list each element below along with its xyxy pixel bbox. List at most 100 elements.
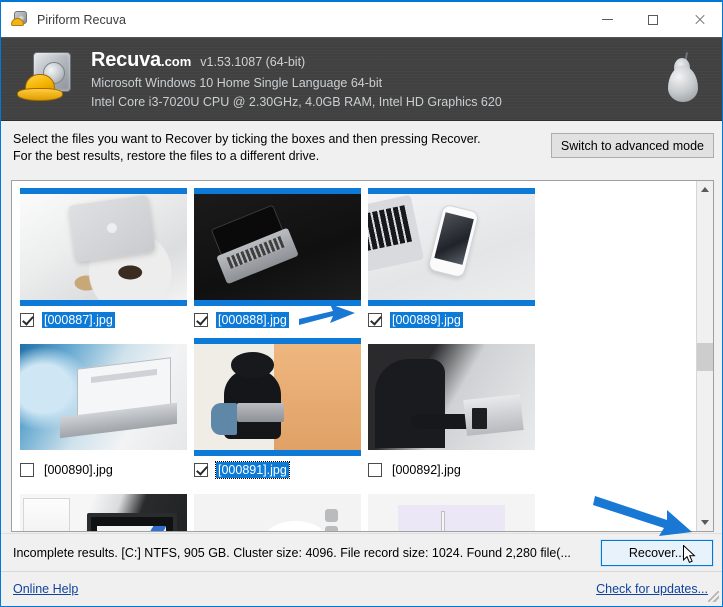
thumbnail-detail [471, 407, 487, 429]
file-thumbnail[interactable] [20, 494, 187, 531]
file-checkbox[interactable] [194, 313, 208, 327]
window-controls [584, 2, 722, 37]
file-thumbnail[interactable] [368, 494, 535, 531]
product-header: Recuva .com v1.53.1087 (64-bit) Microsof… [1, 37, 722, 121]
thumbnail-detail [324, 508, 338, 522]
close-icon [694, 14, 705, 25]
thumbnail-highlight-bottom [194, 450, 361, 456]
file-label-row: [000888].jpg [194, 309, 368, 331]
thumbnail-detail [267, 527, 325, 531]
file-label-row: [000889].jpg [368, 309, 542, 331]
switch-to-advanced-mode-button[interactable]: Switch to advanced mode [550, 133, 714, 158]
thumbnail-detail [427, 203, 480, 278]
os-line: Microsoft Windows 10 Home Single Languag… [91, 75, 383, 90]
thumbnail-detail [398, 504, 505, 531]
file-cell[interactable]: [000888].jpg [194, 188, 368, 331]
thumbnail-detail [441, 510, 446, 531]
file-name-label[interactable]: [000889].jpg [390, 312, 463, 328]
status-bar: Incomplete results. [C:] NTFS, 905 GB. C… [1, 533, 722, 571]
footer-bar: Online Help Check for updates... [1, 571, 722, 605]
file-name-label[interactable]: [000890].jpg [42, 462, 115, 478]
thumbnail-detail [206, 203, 299, 285]
minimize-button[interactable] [584, 2, 630, 37]
scrollbar-thumb[interactable] [697, 343, 713, 371]
file-cell[interactable]: [000891].jpg [194, 338, 368, 481]
file-cell[interactable]: [000887].jpg [20, 188, 194, 331]
cpu-line: Intel Core i3-7020U CPU @ 2.30GHz, 4.0GB… [91, 94, 502, 109]
file-list-panel[interactable]: [000887].jpg [000888].jpg [000889].jpg [000… [11, 180, 714, 532]
file-cell[interactable]: [000889].jpg [368, 188, 542, 331]
file-checkbox[interactable] [20, 313, 34, 327]
online-help-link[interactable]: Online Help [13, 582, 78, 596]
close-button[interactable] [676, 2, 722, 37]
file-thumbnail[interactable] [194, 194, 361, 300]
thumbnail-wrapper[interactable] [368, 488, 535, 531]
chevron-down-icon [701, 520, 709, 525]
thumbnail-wrapper[interactable] [20, 488, 187, 531]
app-icon [11, 10, 29, 29]
chevron-up-icon [701, 187, 709, 192]
thumbnail-wrapper[interactable] [20, 188, 187, 306]
thumbnail-detail [210, 403, 238, 436]
brand-name: Recuva [91, 48, 161, 71]
file-cell[interactable] [194, 488, 368, 531]
thumbnail-detail [230, 352, 275, 378]
file-checkbox[interactable] [368, 463, 382, 477]
file-label-row: [000891].jpg [194, 459, 368, 481]
thumbnail-highlight-bottom [20, 450, 187, 456]
file-cell[interactable] [20, 488, 194, 531]
thumbnail-wrapper[interactable] [194, 488, 361, 531]
file-checkbox[interactable] [368, 313, 382, 327]
file-cell[interactable]: [000892].jpg [368, 338, 542, 481]
thumbnail-detail [274, 344, 361, 450]
file-thumbnail[interactable] [194, 344, 361, 450]
file-cell[interactable] [368, 488, 542, 531]
window-title: Piriform Recuva [37, 12, 126, 27]
file-name-label[interactable]: [000892].jpg [390, 462, 463, 478]
file-thumbnail[interactable] [368, 344, 535, 450]
vertical-scrollbar[interactable] [696, 181, 713, 531]
scroll-down-button[interactable] [697, 514, 713, 531]
minimize-icon [601, 19, 613, 20]
file-name-label[interactable]: [000887].jpg [42, 312, 115, 328]
thumbnail-highlight-bottom [368, 300, 535, 306]
product-info: Recuva .com v1.53.1087 (64-bit) Microsof… [91, 49, 502, 110]
piriform-pear-logo [666, 51, 700, 104]
instructions-panel: Select the files you want to Recover by … [1, 121, 722, 174]
file-thumbnail[interactable] [20, 344, 187, 450]
thumbnail-grid: [000887].jpg [000888].jpg [000889].jpg [000… [12, 181, 696, 531]
file-cell[interactable]: [000890].jpg [20, 338, 194, 481]
file-label-row: [000892].jpg [368, 459, 542, 481]
file-checkbox[interactable] [194, 463, 208, 477]
version-label: v1.53.1087 (64-bit) [200, 54, 306, 69]
thumbnail-detail [86, 513, 177, 531]
maximize-button[interactable] [630, 2, 676, 37]
thumbnail-wrapper[interactable] [368, 188, 535, 306]
file-thumbnail[interactable] [368, 194, 535, 300]
title-bar: Piriform Recuva [1, 0, 722, 37]
scroll-up-button[interactable] [697, 181, 713, 198]
recuva-disk-hardhat-icon [15, 50, 79, 108]
file-thumbnail[interactable] [20, 194, 187, 300]
brand-row: Recuva .com v1.53.1087 (64-bit) [91, 49, 502, 72]
file-label-row: [000890].jpg [20, 459, 194, 481]
status-text: Incomplete results. [C:] NTFS, 905 GB. C… [13, 545, 571, 560]
file-name-label[interactable]: [000891].jpg [215, 461, 290, 479]
file-checkbox[interactable] [20, 463, 34, 477]
file-thumbnail[interactable] [194, 494, 361, 531]
file-name-label[interactable]: [000888].jpg [216, 312, 289, 328]
thumbnail-detail [237, 403, 285, 423]
thumbnail-wrapper[interactable] [20, 338, 187, 456]
thumbnail-highlight-bottom [368, 450, 535, 456]
thumbnail-wrapper[interactable] [368, 338, 535, 456]
thumbnail-detail [23, 498, 71, 531]
maximize-icon [648, 14, 658, 25]
thumbnail-highlight-bottom [20, 300, 187, 306]
thumbnail-wrapper[interactable] [194, 338, 361, 456]
brand-tld: .com [160, 53, 192, 69]
recover-button[interactable]: Recover... [600, 539, 714, 567]
check-for-updates-link[interactable]: Check for updates... [596, 582, 708, 596]
resize-grip[interactable] [708, 591, 719, 602]
file-label-row: [000887].jpg [20, 309, 194, 331]
thumbnail-wrapper[interactable] [194, 188, 361, 306]
